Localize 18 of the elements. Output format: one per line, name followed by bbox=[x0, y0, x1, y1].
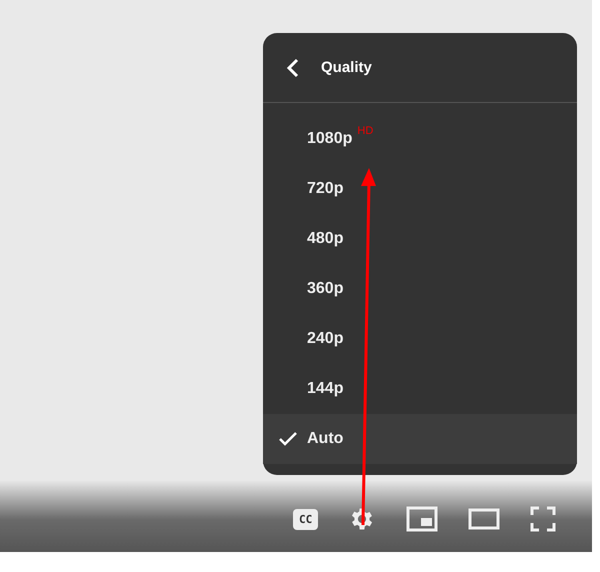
quality-option[interactable]: 360p bbox=[263, 264, 577, 314]
fullscreen-button[interactable] bbox=[530, 506, 556, 532]
quality-option[interactable]: 480p bbox=[263, 214, 577, 264]
quality-option[interactable]: 1080p HD bbox=[263, 114, 577, 164]
miniplayer-button[interactable] bbox=[406, 506, 438, 532]
back-icon[interactable] bbox=[285, 58, 301, 78]
quality-option[interactable]: Auto bbox=[263, 414, 577, 464]
quality-option[interactable]: 720p bbox=[263, 164, 577, 214]
menu-title: Quality bbox=[321, 59, 372, 76]
hd-label: HD bbox=[357, 125, 374, 137]
quality-option[interactable]: 240p bbox=[263, 314, 577, 364]
theater-icon bbox=[468, 508, 500, 530]
check-icon bbox=[279, 431, 297, 447]
theater-mode-button[interactable] bbox=[468, 508, 500, 530]
miniplayer-icon bbox=[406, 506, 438, 532]
quality-option[interactable]: 144p bbox=[263, 364, 577, 414]
fullscreen-icon bbox=[530, 506, 556, 532]
captions-button[interactable]: CC bbox=[293, 508, 318, 530]
